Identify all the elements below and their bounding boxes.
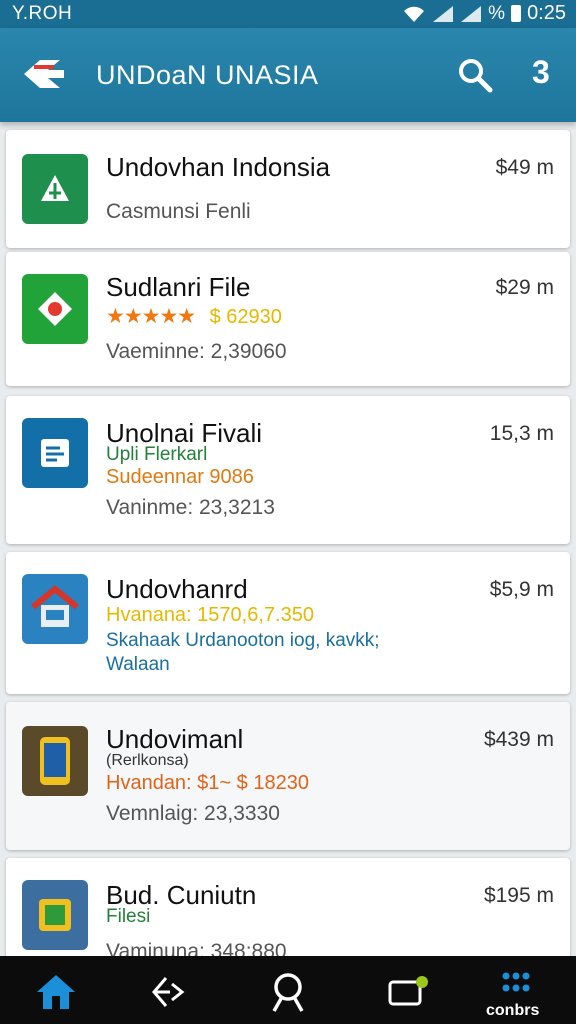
item-name: Sudlanri File — [106, 272, 251, 302]
nav-more-label: conbrs — [486, 1002, 540, 1019]
search-icon[interactable] — [456, 56, 494, 94]
item-subtitle: Casmunsi Fenli — [106, 200, 251, 223]
battery-percent: % — [488, 2, 506, 24]
grid-icon — [502, 972, 530, 992]
item-detail: Sudeennar 9086 — [106, 466, 254, 488]
item-version: Vemnlaig: 23,3330 — [106, 802, 280, 825]
item-description-2: Walaan — [106, 654, 170, 675]
nav-search[interactable] — [266, 970, 310, 1014]
list-item[interactable]: Undovhan Indonsia $49 m Casmunsi Fenli — [6, 130, 570, 248]
status-bar: Y.ROH % 0:25 — [0, 0, 576, 28]
item-name: Undovhan Indonsia — [106, 152, 331, 182]
rating-row: ★★★★★ $ 62930 — [106, 304, 282, 329]
bottom-nav: conbrs — [0, 956, 576, 1024]
wifi-icon — [404, 6, 425, 22]
item-detail: Hvandan: $1~ $ 18230 — [106, 772, 309, 794]
item-name: Undovhanrd — [106, 574, 248, 604]
count-button[interactable]: 3 — [532, 54, 550, 91]
item-developer: Upli Flerkarl — [106, 444, 208, 465]
list-item[interactable]: Sudlanri File $29 m ★★★★★ $ 62930 Vaemin… — [6, 252, 570, 386]
item-version: Vaninme: 23,3213 — [106, 496, 275, 519]
list-item[interactable]: Undovimanl $439 m (Rerlkonsa) Hvandan: $… — [6, 702, 570, 850]
item-price: $195 m — [483, 884, 554, 907]
carrier-label: Y.ROH — [12, 3, 73, 24]
item-version: Vaeminne: 2,39060 — [106, 340, 287, 363]
file-icon — [38, 292, 72, 326]
item-price: 15,3 m — [489, 422, 554, 445]
list-item[interactable]: Undovhanrd $5,9 m Hvanana: 1570,6,7.350 … — [6, 552, 570, 694]
item-price: $439 m — [483, 728, 554, 751]
app-icon — [22, 880, 88, 950]
rating-price: $ 62930 — [209, 306, 282, 328]
tree-icon — [41, 175, 69, 201]
nav-back[interactable] — [146, 970, 190, 1014]
app-icon — [22, 574, 88, 644]
clock: 0:25 — [527, 2, 566, 24]
item-developer: Filesi — [106, 906, 151, 927]
app-bar: UNDoaN UNASIA 3 — [0, 28, 576, 122]
app-icon — [22, 726, 88, 796]
nav-more[interactable] — [494, 962, 538, 1006]
back-arrow-icon[interactable] — [20, 56, 66, 92]
item-detail: Hvanana: 1570,6,7.350 — [106, 604, 314, 626]
screen-icon — [388, 976, 428, 1006]
search-icon — [272, 973, 304, 1012]
home-icon — [37, 975, 75, 1009]
item-category: (Rerlkonsa) — [106, 752, 189, 769]
app-icon — [22, 418, 88, 488]
item-price: $5,9 m — [489, 578, 554, 601]
document-icon — [41, 439, 69, 467]
rating-stars: ★★★★★ — [106, 305, 196, 328]
house-icon — [31, 585, 79, 627]
signal-icon — [433, 5, 454, 22]
signal-icon-2 — [461, 5, 482, 22]
battery-icon — [511, 5, 522, 22]
item-name: Undovimanl — [106, 724, 244, 754]
item-price: $49 m — [495, 156, 554, 179]
phone-icon — [40, 737, 70, 785]
item-price: $29 m — [495, 276, 554, 299]
map-icon — [39, 899, 71, 931]
app-icon — [22, 154, 88, 224]
list-item[interactable]: Unolnai Fivali 15,3 m Upli Flerkarl Sude… — [6, 396, 570, 544]
nav-home[interactable] — [34, 970, 78, 1014]
app-icon — [22, 274, 88, 344]
nav-messages[interactable] — [386, 970, 430, 1014]
app-title: UNDoaN UNASIA — [96, 60, 319, 90]
back-icon — [152, 977, 185, 1007]
item-description: Skahaak Urdanooton iog, kavkk; — [106, 630, 380, 651]
